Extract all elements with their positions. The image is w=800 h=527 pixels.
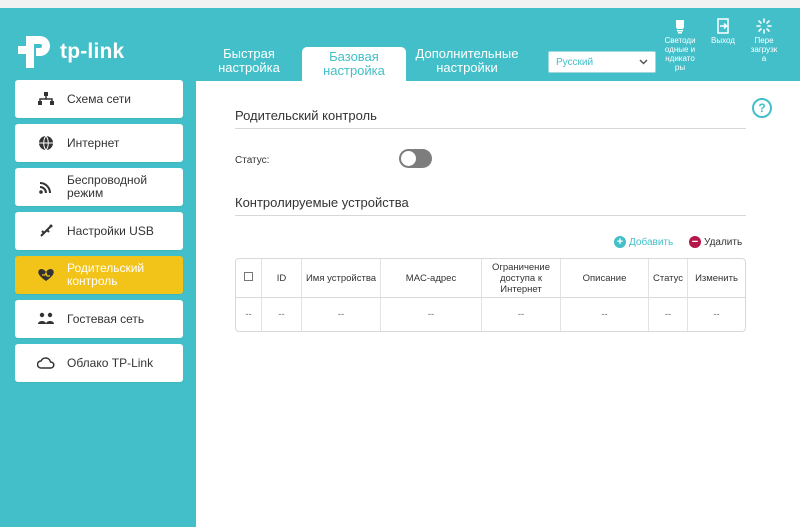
sidebar-item-label-line2: режим [67,186,104,200]
sidebar-item-tp-link-cloud[interactable]: Облако TP-Link [15,344,183,382]
status-toggle[interactable] [399,149,432,168]
plus-circle-icon: + [614,236,626,248]
tab-label-line1: Базовая [329,49,379,64]
table-row: -- -- -- -- -- -- -- -- [236,298,745,331]
globe-icon [37,134,55,152]
chevron-down-icon [639,59,648,65]
logout-button[interactable]: Выход [703,18,743,45]
add-button[interactable]: + Добавить [614,236,673,248]
col-header-status: Статус [649,259,688,298]
sidebar-item-label: Облако TP-Link [67,355,154,370]
col-header-description: Описание [561,259,649,298]
logout-label: Выход [711,36,735,45]
sidebar-item-parental-control[interactable]: Родительский контроль [15,256,183,294]
cloud-icon [37,354,55,372]
led-label-4: ры [674,63,686,72]
table-cell: -- [649,298,688,331]
toggle-knob [401,151,416,166]
select-all-checkbox[interactable] [244,272,253,281]
table-cell: -- [713,309,720,320]
section-divider [235,215,746,216]
main-panel: ? Родительский контроль Статус: Контроли… [196,81,800,527]
wireless-icon [37,178,55,196]
table-cell: -- [561,298,649,331]
network-map-icon [37,90,55,108]
tab-label-line1: Быстрая [223,46,275,61]
table-cell: -- [482,298,561,331]
section-title-controlled-devices: Контролируемые устройства [235,195,409,210]
reboot-icon [756,18,772,34]
status-label: Статус: [235,155,270,166]
tp-link-logo: tp-link [16,30,124,74]
devices-table: ID Имя устройства MAC-адрес Ограничение … [235,258,746,332]
table-cell: -- [381,298,482,331]
delete-label: Удалить [704,236,743,248]
language-select[interactable]: Русский [548,51,656,73]
col-header-access-limit: Ограничение доступа к Интернет [482,259,561,298]
guest-network-icon [37,310,55,328]
col-header-mac: MAC-адрес [381,259,482,298]
sidebar-item-wireless[interactable]: Беспроводной режим [15,168,183,206]
led-label-2: одные и [664,45,696,54]
reboot-label-1: Пере [754,36,774,45]
delete-button[interactable]: − Удалить [689,236,742,248]
reboot-label-2: загрузк [750,45,778,54]
language-selected: Русский [556,56,594,68]
sidebar-item-usb[interactable]: Настройки USB [15,212,183,250]
sidebar-item-internet[interactable]: Интернет [15,124,183,162]
parental-control-icon [37,266,55,284]
section-title-parental-control: Родительский контроль [235,108,377,123]
tp-link-logo-icon [18,36,50,68]
col-header-device-name: Имя устройства [302,259,381,298]
sidebar-item-label: Интернет [67,135,120,150]
tab-advanced[interactable]: Дополнительные настройки [408,47,526,83]
reboot-label-3: а [761,54,767,63]
tab-label-line2: настройки [436,60,498,75]
tab-label-line2: настройка [323,63,385,78]
sidebar-item-label-line2: контроль [67,274,118,288]
col-header-id: ID [262,259,302,298]
sidebar-item-guest-network[interactable]: Гостевая сеть [15,300,183,338]
add-label: Добавить [629,236,674,248]
table-cell: -- [262,298,302,331]
browser-top-strip [0,0,800,8]
sidebar-item-network-map[interactable]: Схема сети [15,80,183,118]
tab-label-line2: настройка [218,60,280,75]
sidebar-item-label: Гостевая сеть [67,311,145,326]
minus-circle-icon: − [689,236,701,248]
help-icon[interactable]: ? [752,98,772,118]
usb-icon [37,222,55,240]
led-label-3: ндикато [665,54,695,63]
section-divider [235,128,746,129]
sidebar-item-label: Настройки USB [67,223,154,238]
table-cell: -- [302,298,381,331]
led-label-1: Светоди [664,36,696,45]
tab-basic[interactable]: Базовая настройка [302,47,406,83]
led-button[interactable]: Светоди одные и ндикато ры [660,18,700,72]
tab-quick-setup[interactable]: Быстрая настройка [210,47,288,83]
table-cell: -- [236,298,262,331]
tab-label-line1: Дополнительные [415,46,519,61]
lightbulb-icon [676,20,684,34]
logout-icon [717,18,729,34]
sidebar-item-label: Схема сети [67,91,131,106]
col-header-edit: Изменить [688,259,745,298]
select-all-checkbox-cell[interactable] [236,259,262,298]
brand-name: tp-link [60,40,125,63]
reboot-button[interactable]: Пере загрузк а [744,18,784,63]
table-header-row: ID Имя устройства MAC-адрес Ограничение … [236,259,745,298]
router-admin-app: tp-link Быстрая настройка Базовая настро… [0,8,800,527]
